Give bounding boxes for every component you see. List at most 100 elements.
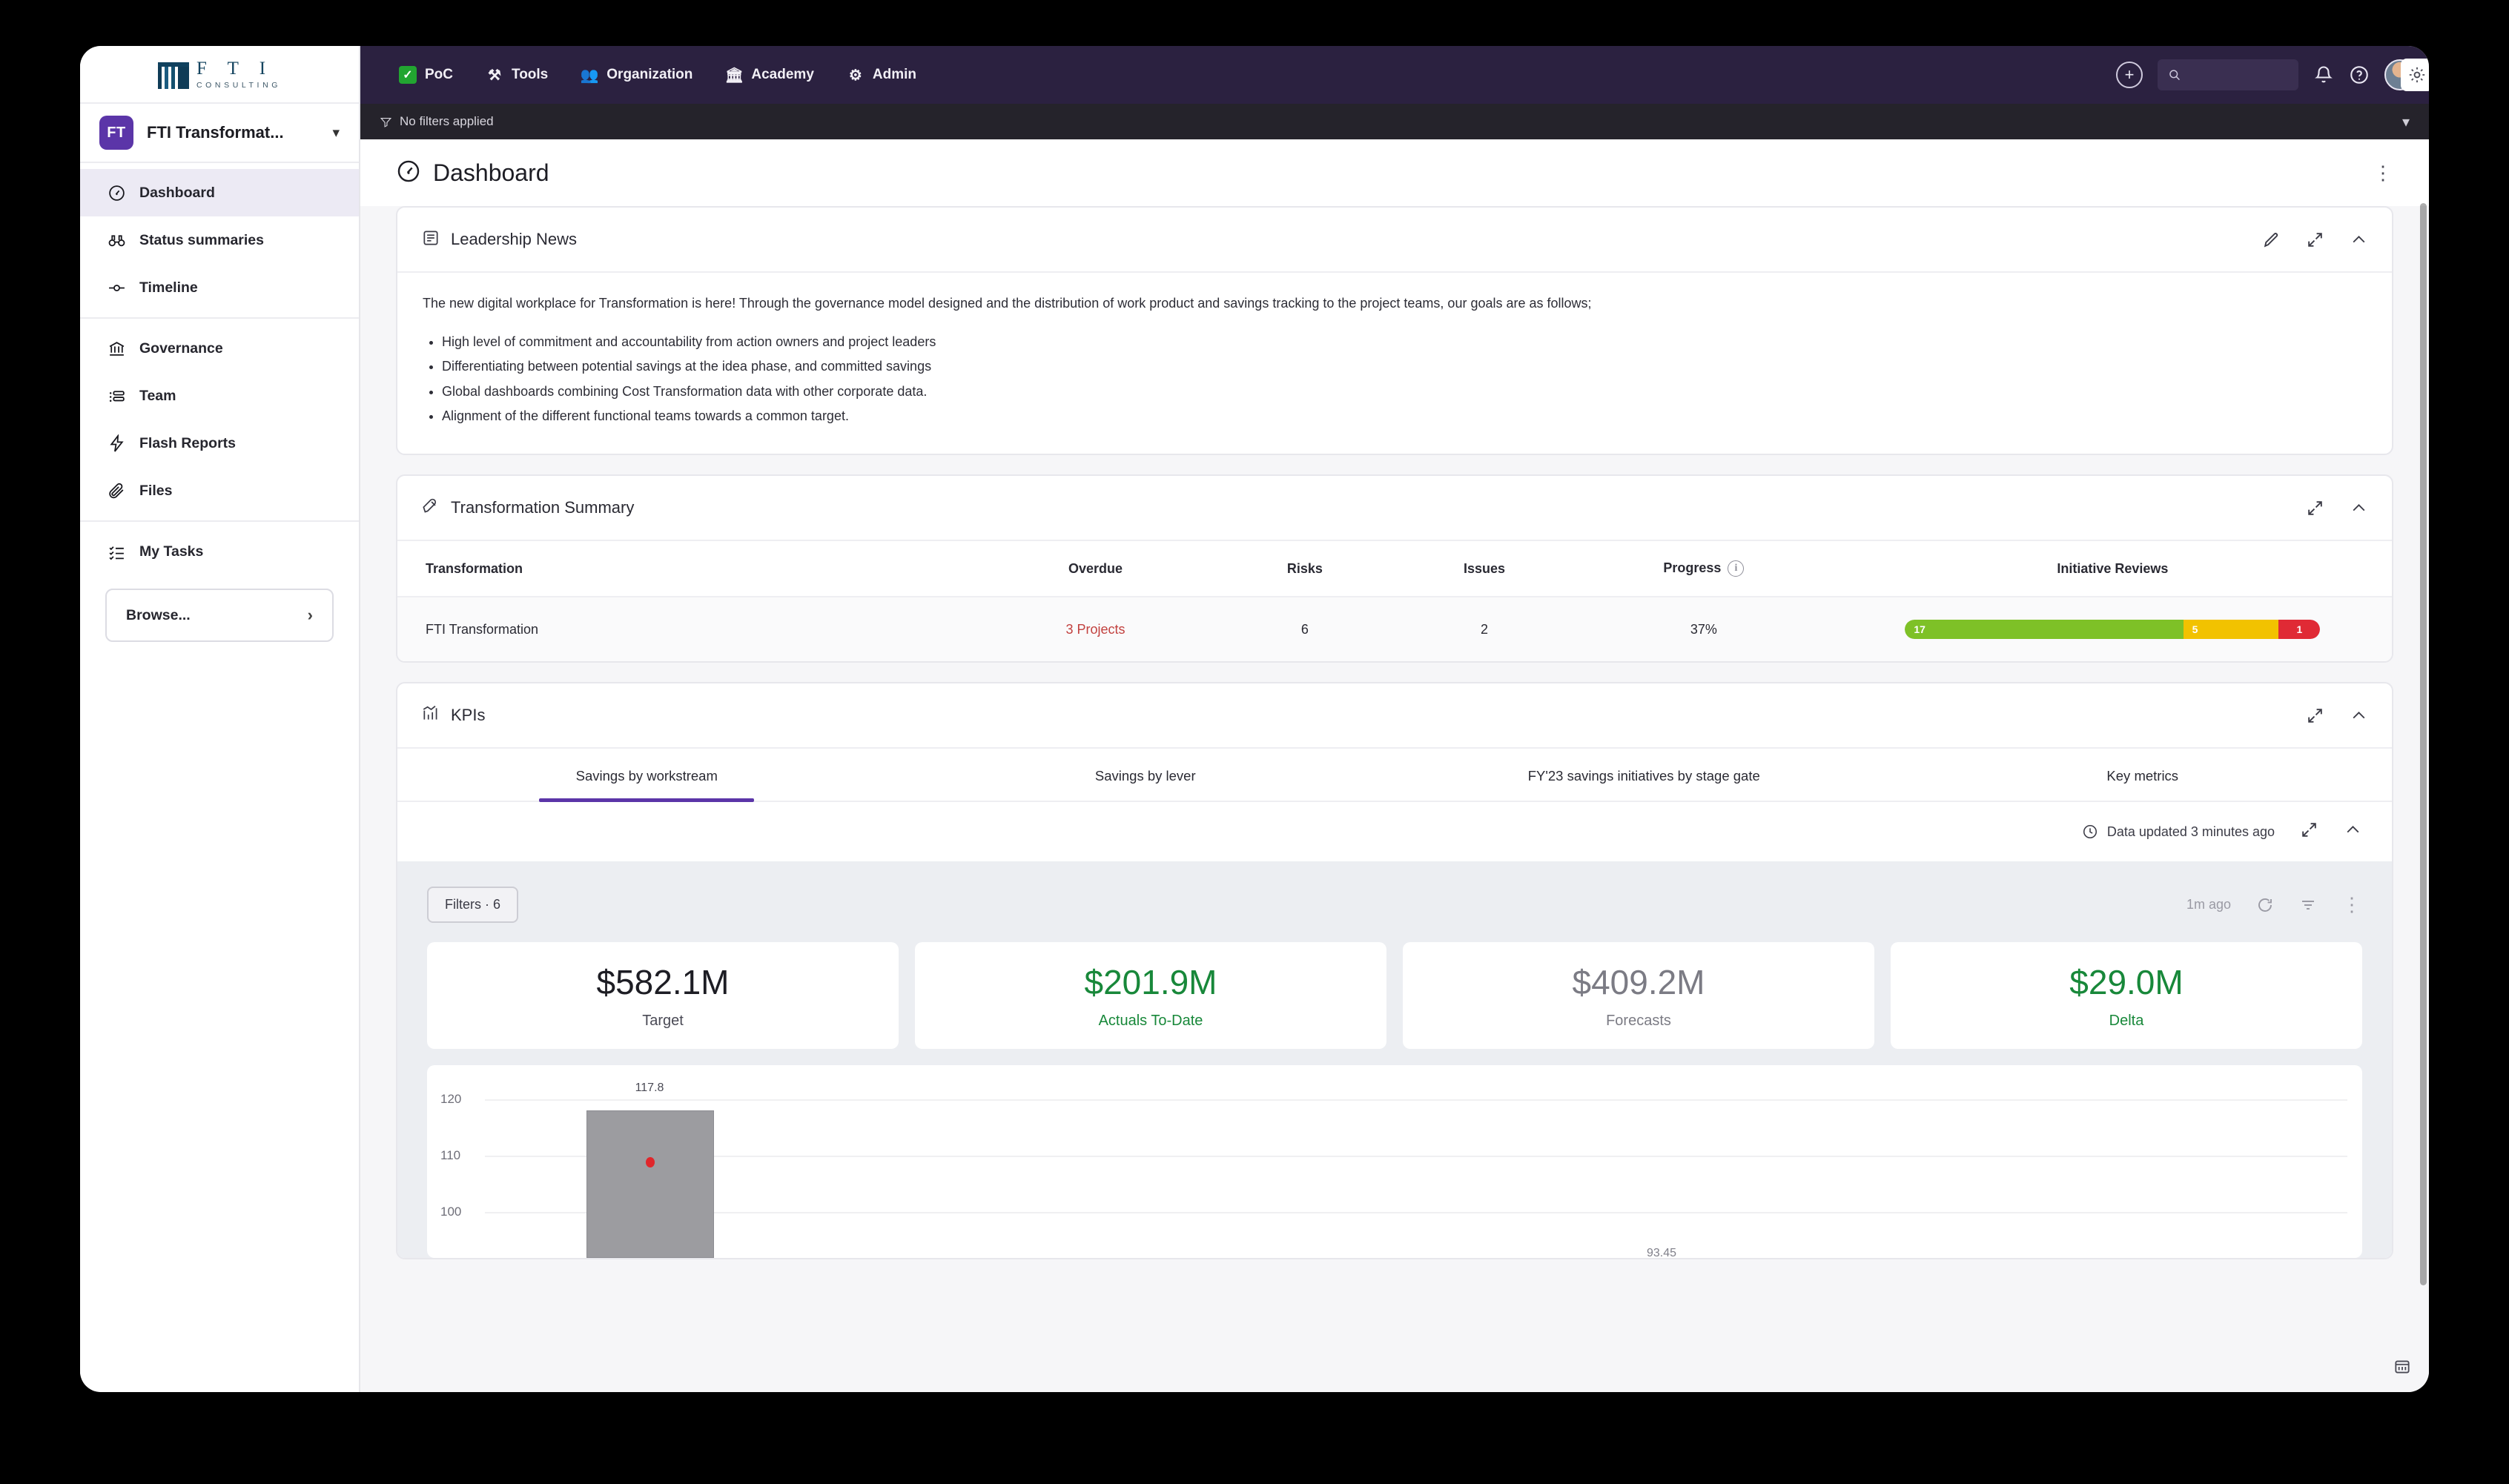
bar[interactable] <box>586 1110 714 1258</box>
workspace-initials: FT <box>99 116 133 150</box>
workspace-switcher[interactable]: FT FTI Transformat... ▾ <box>80 104 359 163</box>
sidebar-group-primary: Dashboard Status summaries Timeline <box>80 163 359 319</box>
scrollbar-thumb[interactable] <box>2420 203 2427 1285</box>
browse-button[interactable]: Browse... › <box>105 589 334 642</box>
chevron-down-icon[interactable]: ▾ <box>2402 113 2410 131</box>
col-progress-label: Progress <box>1663 560 1722 576</box>
metric-card-actuals-to-date[interactable]: $201.9M Actuals To-Date <box>915 942 1386 1049</box>
edit-icon[interactable] <box>2262 231 2281 249</box>
people-icon: 👥 <box>580 67 599 84</box>
list-item: Alignment of the different functional te… <box>442 404 2367 428</box>
check-square-icon: ✓ <box>399 66 417 84</box>
nav-label: Admin <box>872 67 916 82</box>
sidebar-item-status-summaries[interactable]: Status summaries <box>80 216 359 264</box>
card-body: The new digital workplace for Transforma… <box>397 271 2392 454</box>
sidebar-item-label: Team <box>139 387 176 404</box>
review-progress-bar[interactable]: 17 5 1 <box>1905 620 2321 640</box>
sidebar-item-team[interactable]: Team <box>80 372 359 420</box>
more-vertical-icon[interactable]: ⋮ <box>2342 893 2362 916</box>
metric-card-target[interactable]: $582.1M Target <box>427 942 899 1049</box>
binoculars-icon <box>107 231 126 250</box>
filters-chip[interactable]: Filters · 6 <box>427 887 519 924</box>
clock-icon <box>2083 825 2097 839</box>
table-header-row: Transformation Overdue Risks Issues Prog… <box>397 541 2392 597</box>
sidebar-item-governance[interactable]: Governance <box>80 325 359 372</box>
viz-toolbar: Filters · 6 1m ago ⋮ <box>427 887 2362 924</box>
search-input[interactable] <box>2181 67 2288 82</box>
brand-logo: F T I CONSULTING <box>80 46 359 104</box>
sidebar-item-timeline[interactable]: Timeline <box>80 264 359 311</box>
sidebar-item-label: Files <box>139 482 173 499</box>
sidebar-item-label: Dashboard <box>139 184 215 201</box>
collapse-icon[interactable] <box>2344 821 2362 843</box>
tab-savings-by-workstream[interactable]: Savings by workstream <box>397 749 896 801</box>
chevron-down-icon[interactable]: ▾ <box>332 125 340 142</box>
expand-icon[interactable] <box>2306 231 2324 249</box>
kpi-subbar: Data updated 3 minutes ago <box>397 801 2392 862</box>
tools-icon: ⚒ <box>488 67 501 84</box>
question-circle-icon <box>2350 66 2368 84</box>
nav-academy[interactable]: 🏛 Academy <box>709 46 830 104</box>
bell-icon <box>2315 66 2333 83</box>
refresh-button[interactable] <box>2256 896 2274 914</box>
metric-card-forecasts[interactable]: $409.2M Forecasts <box>1403 942 1874 1049</box>
sidebar-item-dashboard[interactable]: Dashboard <box>80 169 359 216</box>
list-item: Differentiating between potential saving… <box>442 354 2367 379</box>
settings-button[interactable] <box>2401 59 2429 91</box>
content-area: Dashboard ⋮ Leadership News The new digi… <box>360 139 2429 1392</box>
tab-key-metrics[interactable]: Key metrics <box>1894 749 2393 801</box>
sidebar-item-label: My Tasks <box>139 543 204 560</box>
expand-icon[interactable] <box>2300 821 2318 843</box>
notifications-button[interactable] <box>2313 64 2334 85</box>
brand-subtitle: CONSULTING <box>196 80 282 90</box>
more-vertical-icon[interactable]: ⋮ <box>2373 162 2393 185</box>
sidebar-item-my-tasks[interactable]: My Tasks <box>80 528 359 575</box>
transformation-summary-card: Transformation Summary Transformation Ov… <box>396 474 2393 663</box>
nav-tools[interactable]: ⚒ Tools <box>469 46 564 104</box>
search-icon <box>2169 70 2180 81</box>
nav-label: Tools <box>512 67 549 82</box>
expand-icon[interactable] <box>2306 706 2324 725</box>
savings-bar-chart[interactable]: 120 110 100 117.8 93.45 <box>427 1064 2362 1258</box>
cell-issues: 2 <box>1481 621 1489 637</box>
metric-label: Target <box>642 1012 684 1029</box>
sidebar-group-secondary: Governance Team Flash Reports Files <box>80 319 359 522</box>
tab-fy23-savings-by-stage-gate[interactable]: FY'23 savings initiatives by stage gate <box>1395 749 1894 801</box>
card-body: Transformation Overdue Risks Issues Prog… <box>397 540 2392 662</box>
metric-value: $582.1M <box>596 963 730 1002</box>
gridline <box>485 1099 2347 1101</box>
expand-icon[interactable] <box>2306 499 2324 517</box>
nav-label: Academy <box>751 67 814 82</box>
bank-icon <box>107 339 126 358</box>
collapse-icon[interactable] <box>2350 706 2368 725</box>
filter-status-text: No filters applied <box>400 114 494 128</box>
gridline <box>485 1155 2347 1157</box>
nav-organization[interactable]: 👥 Organization <box>564 46 709 104</box>
global-search[interactable] <box>2158 59 2298 90</box>
report-button[interactable] <box>2386 1351 2419 1383</box>
cell-progress: 37% <box>1690 621 1717 637</box>
info-icon[interactable]: i <box>1728 560 1745 577</box>
table-row: FTI Transformation 3 Projects 6 2 37% 17… <box>397 597 2392 662</box>
col-issues: Issues <box>1464 560 1506 576</box>
collapse-icon[interactable] <box>2350 231 2368 249</box>
sidebar-item-files[interactable]: Files <box>80 467 359 514</box>
nav-poc[interactable]: ✓ PoC <box>383 46 469 104</box>
nav-admin[interactable]: ⚙ Admin <box>830 46 933 104</box>
chevron-right-icon: › <box>307 606 313 624</box>
paperclip-icon <box>107 481 126 500</box>
filter-button[interactable] <box>2299 896 2317 914</box>
card-title: Transformation Summary <box>451 498 635 517</box>
tab-savings-by-lever[interactable]: Savings by lever <box>896 749 1395 801</box>
col-initiative-reviews: Initiative Reviews <box>2057 560 2169 576</box>
metric-label: Delta <box>2109 1012 2144 1029</box>
metric-card-delta[interactable]: $29.0M Delta <box>1891 942 2362 1049</box>
help-button[interactable] <box>2349 64 2370 85</box>
add-button[interactable]: + <box>2116 62 2143 88</box>
content-scrollbar[interactable] <box>2419 139 2429 1392</box>
review-segment-green: 17 <box>1905 620 2184 640</box>
overdue-link[interactable]: 3 Projects <box>1065 622 1125 637</box>
sidebar-item-flash-reports[interactable]: Flash Reports <box>80 420 359 467</box>
col-risks: Risks <box>1286 560 1323 576</box>
collapse-icon[interactable] <box>2350 499 2368 517</box>
